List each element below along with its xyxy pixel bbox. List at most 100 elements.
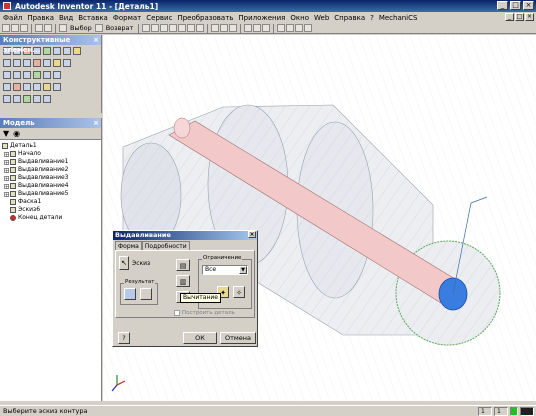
shadow-icon[interactable]	[220, 24, 229, 32]
zoom-selected-icon[interactable]	[178, 24, 187, 32]
tree-item[interactable]: + Начало	[0, 150, 101, 158]
expand-icon[interactable]: +	[4, 167, 9, 173]
cut-icon[interactable]	[140, 288, 152, 300]
checkbox-icon[interactable]	[174, 310, 180, 316]
undo-icon[interactable]	[35, 24, 43, 32]
build-part-checkbox[interactable]: Построить деталь	[174, 310, 235, 316]
join-icon[interactable]	[124, 288, 136, 300]
loft-icon[interactable]	[53, 47, 61, 55]
minimize-button[interactable]: _	[497, 1, 508, 10]
zoom-window-icon[interactable]	[151, 24, 160, 32]
rotate-icon[interactable]	[187, 24, 196, 32]
menu-format[interactable]: Формат	[113, 14, 141, 22]
menu-window[interactable]: Окно	[290, 14, 309, 22]
rect-pattern-icon[interactable]	[3, 71, 11, 79]
work-point-icon[interactable]	[53, 71, 61, 79]
find-icon[interactable]: ◉	[13, 129, 20, 138]
work-axis-icon[interactable]	[43, 71, 51, 79]
tree-item[interactable]: Деталь1	[0, 142, 101, 150]
tree-item[interactable]: Эскиз6	[0, 206, 101, 214]
rib-icon[interactable]	[43, 47, 51, 55]
select-dropdown[interactable]: Выбор	[70, 24, 92, 32]
help-icon[interactable]	[304, 24, 313, 32]
expand-icon[interactable]: +	[4, 159, 9, 165]
look-at-icon[interactable]	[196, 24, 205, 32]
plastic-part-icon[interactable]	[23, 95, 31, 103]
model-browser-close-icon[interactable]: ×	[93, 118, 99, 128]
expand-icon[interactable]: +	[4, 151, 9, 157]
pan-icon[interactable]	[169, 24, 178, 32]
mirror-icon[interactable]	[23, 71, 31, 79]
tree-item[interactable]: Конец детали	[0, 214, 101, 222]
doc-minimize-button[interactable]: _	[505, 13, 514, 21]
menu-file[interactable]: Файл	[3, 14, 22, 22]
doc-close-button[interactable]: ×	[525, 13, 534, 21]
split-icon[interactable]	[43, 59, 51, 67]
expand-icon[interactable]: +	[4, 183, 9, 189]
face-draft-icon[interactable]	[33, 59, 41, 67]
promote-icon[interactable]	[13, 83, 21, 91]
mechanics-icon[interactable]	[295, 24, 304, 32]
sheet-metal-icon[interactable]	[33, 95, 41, 103]
select-icon[interactable]	[59, 24, 67, 32]
decal-icon[interactable]	[63, 59, 71, 67]
chamfer-icon[interactable]	[23, 59, 31, 67]
zoom-icon[interactable]	[160, 24, 169, 32]
fillet-icon[interactable]	[13, 59, 21, 67]
menu-web[interactable]: Web	[314, 14, 329, 22]
emboss-icon[interactable]	[53, 59, 61, 67]
coil-icon[interactable]	[73, 47, 81, 55]
menu-applications[interactable]: Приложения	[238, 14, 285, 22]
operation-join-icon[interactable]: ▤	[176, 259, 190, 271]
tab-details[interactable]: Подробности	[141, 241, 190, 250]
menu-edit[interactable]: Правка	[27, 14, 54, 22]
section-icon[interactable]	[244, 24, 253, 32]
open-icon[interactable]	[11, 24, 19, 32]
sweep-icon[interactable]	[63, 47, 71, 55]
return-icon[interactable]	[94, 24, 103, 32]
tree-item[interactable]: + Выдавливание5	[0, 190, 101, 198]
chevron-down-icon[interactable]: ▼	[239, 266, 247, 274]
menu-tools[interactable]: Сервис	[146, 14, 172, 22]
tree-item[interactable]: + Выдавливание4	[0, 182, 101, 190]
tab-shape[interactable]: Форма	[115, 241, 142, 250]
ok-button[interactable]: ОК	[183, 332, 217, 344]
doc-restore-button[interactable]: □	[515, 13, 524, 21]
new-icon[interactable]	[2, 24, 10, 32]
tree-item[interactable]: + Выдавливание1	[0, 158, 101, 166]
insert-ifeature-icon[interactable]	[33, 83, 41, 91]
work-plane-icon[interactable]	[33, 71, 41, 79]
camera-icon[interactable]	[229, 24, 238, 32]
more-tools-icon[interactable]	[43, 95, 51, 103]
operation-cut-icon[interactable]: ▥	[176, 275, 190, 287]
cancel-button[interactable]: Отмена	[220, 332, 256, 344]
circ-pattern-icon[interactable]	[13, 71, 21, 79]
tree-item[interactable]: Фаска1	[0, 198, 101, 206]
maximize-button[interactable]: □	[510, 1, 521, 10]
return-button[interactable]: Возврат	[106, 24, 134, 32]
color-icon[interactable]	[262, 24, 271, 32]
expand-icon[interactable]: +	[4, 175, 9, 181]
create-ifeature-icon[interactable]	[43, 83, 51, 91]
tree-item[interactable]: + Выдавливание2	[0, 166, 101, 174]
menu-view[interactable]: Вид	[59, 14, 73, 22]
thread-icon[interactable]	[3, 59, 11, 67]
filter-icon[interactable]: ▼	[3, 129, 9, 138]
derived-component-icon[interactable]	[23, 83, 31, 91]
profile-select-icon[interactable]: ↖	[119, 256, 129, 270]
features-panel-close-icon[interactable]: ×	[93, 35, 99, 45]
parameters-icon[interactable]	[53, 83, 61, 91]
ucs-icon[interactable]	[3, 83, 11, 91]
close-button[interactable]: ×	[523, 1, 534, 10]
direction-flip-icon[interactable]: ✧	[233, 286, 245, 298]
menu-convert[interactable]: Преобразовать	[177, 14, 233, 22]
project-icon[interactable]	[286, 24, 295, 32]
menu-question[interactable]: ?	[370, 14, 374, 22]
dialog-close-button[interactable]: ×	[248, 231, 256, 238]
tree-item[interactable]: + Выдавливание3	[0, 174, 101, 182]
help-button[interactable]: ?	[118, 332, 130, 344]
menu-mechanics[interactable]: MechaniCS	[379, 14, 418, 22]
expand-icon[interactable]: +	[4, 191, 9, 197]
zoom-all-icon[interactable]	[142, 24, 151, 32]
extrude-dialog-titlebar[interactable]: Выдавливание ×	[113, 231, 257, 240]
